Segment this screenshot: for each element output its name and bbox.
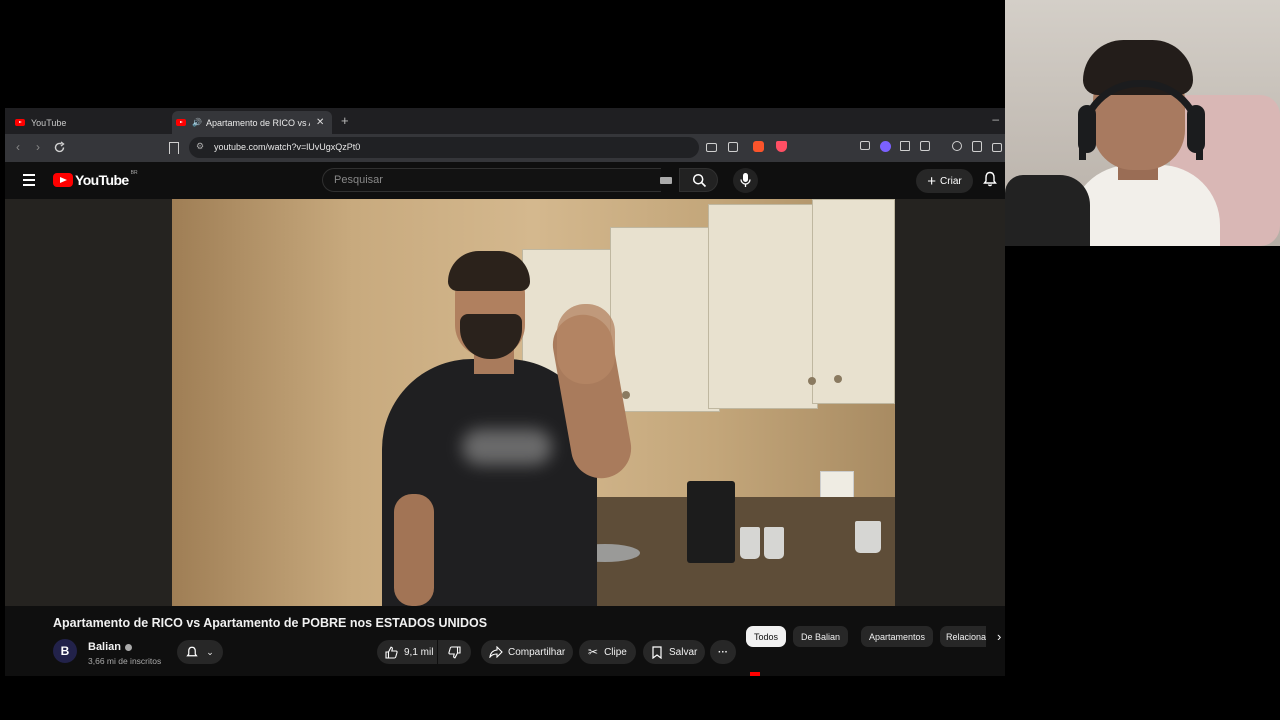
keyboard-icon[interactable] — [660, 177, 672, 184]
youtube-favicon-icon — [15, 119, 25, 126]
brave-shield-icon[interactable] — [753, 141, 764, 152]
chip-apartamentos[interactable]: Apartamentos — [861, 626, 934, 647]
youtube-header: YouTube BR + Criar — [5, 162, 1005, 199]
create-button[interactable]: + Criar — [916, 169, 973, 193]
sidebar-icon[interactable] — [972, 141, 982, 152]
share-icon[interactable] — [728, 142, 738, 152]
cast-icon[interactable] — [706, 143, 717, 152]
save-label: Salvar — [669, 646, 698, 658]
search-icon — [692, 173, 707, 188]
rewards-icon[interactable] — [776, 141, 787, 152]
like-button[interactable]: 9,1 mil — [377, 640, 437, 664]
search-box — [322, 168, 718, 192]
wallet-icon[interactable] — [992, 143, 1002, 152]
url-text[interactable]: youtube.com/watch?v=lUvUgxQzPt0 — [214, 142, 360, 152]
blurred-logo — [462, 429, 552, 465]
share-button[interactable]: Compartilhar — [481, 640, 573, 664]
audio-playing-icon[interactable]: 🔊 — [192, 118, 202, 127]
thumbs-up-icon — [385, 646, 398, 659]
tab-label: YouTube — [31, 117, 67, 128]
reload-icon[interactable] — [53, 141, 66, 154]
kitchen-cabinet — [708, 204, 818, 409]
close-tab-icon[interactable]: ✕ — [316, 117, 324, 128]
video-frame[interactable] — [172, 199, 895, 606]
share-label: Compartilhar — [508, 646, 566, 658]
create-label: Criar — [940, 175, 962, 187]
dislike-button[interactable] — [438, 640, 471, 664]
minimize-button[interactable]: – — [992, 112, 999, 126]
site-info-icon[interactable]: ⚙ — [196, 141, 204, 152]
puzzle-icon[interactable] — [900, 141, 910, 151]
chip-todos[interactable]: Todos — [746, 626, 787, 647]
microphone — [1005, 175, 1090, 246]
bookmark-icon[interactable] — [169, 142, 179, 154]
more-actions-button[interactable]: ··· — [710, 640, 736, 664]
screenshot-icon[interactable] — [920, 141, 930, 151]
search-button[interactable] — [679, 168, 718, 192]
video-player[interactable] — [5, 199, 1005, 606]
more-dots-icon: ··· — [718, 646, 728, 658]
search-input[interactable] — [322, 168, 661, 192]
kitchen-cabinet — [610, 227, 720, 412]
video-info: Apartamento de RICO vs Apartamento de PO… — [5, 606, 1005, 676]
new-tab-button[interactable]: + — [341, 113, 349, 128]
url-bar[interactable]: ⚙ youtube.com/watch?v=lUvUgxQzPt0 — [189, 137, 699, 158]
microphone-icon — [740, 173, 751, 187]
vpn-icon[interactable] — [880, 141, 891, 152]
browser-window: YouTube 🔊 Apartamento de RICO vs Apartam… — [5, 108, 1005, 676]
chevron-right-icon[interactable]: › — [997, 629, 1001, 644]
like-count: 9,1 mil — [404, 646, 434, 658]
chip-de-balian[interactable]: De Balian — [793, 626, 849, 647]
bookmark-save-icon — [652, 645, 662, 659]
notifications-bell-icon[interactable] — [983, 171, 997, 187]
chip-relacionados[interactable]: Relacionados — [940, 626, 986, 647]
address-bar-row: ‹ › ⚙ youtube.com/watch?v=lUvUgxQzPt0 — [5, 134, 1005, 162]
youtube-play-logo-icon — [53, 173, 73, 187]
forward-icon[interactable]: › — [36, 140, 40, 154]
tab-current-video[interactable]: 🔊 Apartamento de RICO vs Apartamento de … — [172, 111, 332, 134]
clip-label: Clipe — [604, 646, 627, 658]
channel-name[interactable]: Balian — [88, 641, 133, 653]
back-icon[interactable]: ‹ — [16, 140, 20, 154]
chevron-down-icon: ⌄ — [206, 646, 214, 657]
tab-youtube[interactable]: YouTube — [11, 111, 171, 134]
video-title: Apartamento de RICO vs Apartamento de PO… — [53, 616, 488, 630]
save-button[interactable]: Salvar — [643, 640, 705, 664]
youtube-favicon-icon — [176, 119, 186, 126]
subscriber-count: 3,66 mi de inscritos — [88, 656, 162, 666]
coffee-machine — [687, 481, 735, 563]
channel-avatar[interactable]: B — [53, 639, 77, 663]
hamburger-menu-icon[interactable] — [23, 174, 35, 189]
scissors-icon: ✂ — [588, 645, 599, 659]
bell-icon — [186, 646, 198, 656]
country-code: BR — [130, 170, 138, 176]
plus-icon: + — [927, 172, 937, 190]
extension-icon[interactable] — [860, 141, 870, 150]
share-arrow-icon — [489, 646, 503, 658]
clip-button[interactable]: ✂ Clipe — [579, 640, 636, 664]
voice-search-button[interactable] — [733, 168, 758, 193]
webcam-overlay — [1005, 0, 1280, 246]
tab-strip: YouTube 🔊 Apartamento de RICO vs Apartam… — [5, 108, 1005, 134]
verified-badge-icon — [125, 643, 133, 651]
youtube-logo[interactable]: YouTube BR — [53, 170, 138, 188]
thumbs-down-icon — [448, 645, 461, 658]
subscription-bell-button[interactable]: ⌄ — [177, 640, 223, 664]
shorts-icon — [750, 672, 760, 676]
tab-label: Apartamento de RICO vs Apartamento de PO… — [205, 117, 310, 128]
kitchen-cabinet — [812, 199, 895, 404]
media-icon[interactable] — [952, 141, 962, 151]
